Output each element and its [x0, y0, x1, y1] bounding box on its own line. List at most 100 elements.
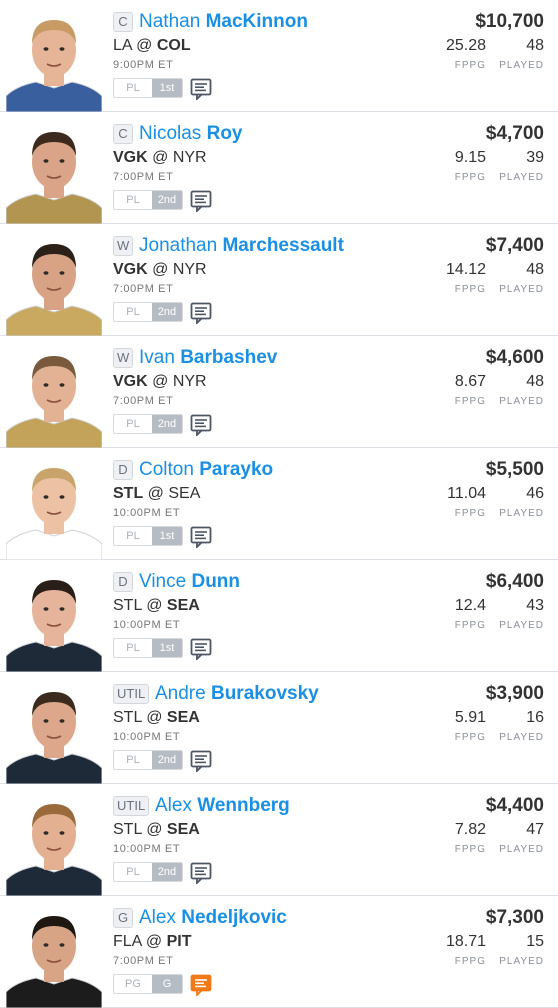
player-name-link[interactable]: Alex Nedeljkovic: [139, 906, 287, 930]
matchup-separator: @: [146, 821, 163, 838]
line-tag: 1st: [152, 527, 182, 545]
matchup-separator: @: [147, 485, 164, 502]
status-tags: PL 1st: [113, 78, 183, 98]
player-news-icon[interactable]: [190, 190, 212, 214]
player-row[interactable]: C Nicolas Roy VGK @ NYR 7:00PM ET PL 2nd…: [0, 112, 558, 224]
games-played-label: PLAYED: [499, 396, 544, 407]
fppg-label: FPPG: [454, 60, 486, 71]
player-name-link[interactable]: Nathan MacKinnon: [139, 10, 308, 34]
games-played-value: 48: [526, 261, 544, 278]
player-name-link[interactable]: Andre Burakovsky: [155, 682, 319, 706]
game-time: 7:00PM ET: [113, 171, 174, 183]
away-team: VGK: [113, 261, 148, 278]
fppg-value: 7.82: [454, 821, 486, 838]
player-name-link[interactable]: Ivan Barbashev: [139, 346, 277, 370]
fppg-label: FPPG: [454, 620, 486, 631]
status-tags: PL 2nd: [113, 190, 183, 210]
game-time: 10:00PM ET: [113, 731, 181, 743]
player-news-icon[interactable]: [190, 638, 212, 662]
player-first-name: Alex: [139, 907, 176, 928]
fppg-value: 5.91: [454, 709, 486, 726]
games-played-value: 46: [526, 485, 544, 502]
fppg-label: FPPG: [454, 396, 486, 407]
game-matchup: STL @ SEA: [113, 484, 200, 504]
games-played-value: 39: [526, 149, 544, 166]
fppg-label: FPPG: [454, 956, 486, 967]
games-played-value: 48: [526, 373, 544, 390]
status-tags: PL 1st: [113, 526, 183, 546]
player-last-name: Marchessault: [222, 235, 344, 256]
player-first-name: Andre: [155, 683, 206, 704]
player-name-link[interactable]: Jonathan Marchessault: [139, 234, 344, 258]
game-matchup: VGK @ NYR: [113, 148, 207, 168]
player-headshot: [6, 788, 102, 896]
fppg-value: 12.4: [454, 597, 486, 614]
player-row[interactable]: W Jonathan Marchessault VGK @ NYR 7:00PM…: [0, 224, 558, 336]
games-played-label: PLAYED: [499, 956, 544, 967]
player-news-icon[interactable]: [190, 862, 212, 886]
games-played-value: 15: [526, 933, 544, 950]
fppg-value: 25.28: [445, 37, 486, 54]
lineup-tag: PL: [114, 415, 152, 433]
fppg-label: FPPG: [454, 844, 486, 855]
player-salary: $4,400: [485, 795, 544, 816]
lineup-tag: PL: [114, 863, 152, 881]
player-salary: $7,300: [485, 907, 544, 928]
fppg-label: FPPG: [454, 732, 486, 743]
player-salary: $10,700: [475, 11, 544, 32]
position-badge: D: [113, 572, 133, 592]
fppg-value: 9.15: [454, 149, 486, 166]
player-news-icon[interactable]: [190, 302, 212, 326]
player-row[interactable]: UTIL Alex Wennberg STL @ SEA 10:00PM ET …: [0, 784, 558, 896]
line-tag: 2nd: [152, 751, 182, 769]
player-news-icon[interactable]: [190, 526, 212, 550]
player-news-icon[interactable]: [190, 414, 212, 438]
matchup-separator: @: [146, 709, 163, 726]
game-matchup: STL @ SEA: [113, 708, 200, 728]
status-tags: PL 2nd: [113, 862, 183, 882]
player-news-icon[interactable]: [190, 78, 212, 102]
status-tags: PL 2nd: [113, 750, 183, 770]
game-time: 9:00PM ET: [113, 59, 174, 71]
player-news-icon[interactable]: [190, 974, 212, 998]
player-row[interactable]: UTIL Andre Burakovsky STL @ SEA 10:00PM …: [0, 672, 558, 784]
game-matchup: VGK @ NYR: [113, 260, 207, 280]
away-team: FLA: [113, 933, 142, 950]
player-headshot: [6, 452, 102, 560]
player-salary: $4,600: [485, 347, 544, 368]
player-row[interactable]: D Vince Dunn STL @ SEA 10:00PM ET PL 1st…: [0, 560, 558, 672]
player-salary: $6,400: [485, 571, 544, 592]
player-news-icon[interactable]: [190, 750, 212, 774]
player-row[interactable]: D Colton Parayko STL @ SEA 10:00PM ET PL…: [0, 448, 558, 560]
fppg-value: 14.12: [445, 261, 486, 278]
player-row[interactable]: G Alex Nedeljkovic FLA @ PIT 7:00PM ET P…: [0, 896, 558, 1008]
games-played-label: PLAYED: [499, 284, 544, 295]
matchup-separator: @: [146, 597, 163, 614]
player-headshot: [6, 564, 102, 672]
player-name-link[interactable]: Nicolas Roy: [139, 122, 243, 146]
home-team: NYR: [172, 149, 207, 166]
player-headshot: [6, 676, 102, 784]
status-tags: PL 2nd: [113, 302, 183, 322]
game-time: 7:00PM ET: [113, 283, 174, 295]
player-name-link[interactable]: Colton Parayko: [139, 458, 273, 482]
player-first-name: Alex: [155, 795, 192, 816]
game-time: 10:00PM ET: [113, 507, 181, 519]
player-first-name: Nathan: [139, 11, 201, 32]
player-row[interactable]: W Ivan Barbashev VGK @ NYR 7:00PM ET PL …: [0, 336, 558, 448]
player-row[interactable]: C Nathan MacKinnon LA @ COL 9:00PM ET PL…: [0, 0, 558, 112]
home-team: SEA: [166, 597, 200, 614]
away-team: VGK: [113, 149, 148, 166]
player-last-name: Nedeljkovic: [181, 907, 287, 928]
status-tags: PG G: [113, 974, 183, 994]
game-time: 10:00PM ET: [113, 619, 181, 631]
home-team: COL: [156, 37, 191, 54]
player-name-link[interactable]: Vince Dunn: [139, 570, 240, 594]
player-last-name: Dunn: [191, 571, 241, 592]
games-played-label: PLAYED: [499, 844, 544, 855]
position-badge: W: [113, 348, 134, 368]
player-first-name: Nicolas: [139, 123, 202, 144]
player-name-link[interactable]: Alex Wennberg: [155, 794, 290, 818]
lineup-tag: PG: [114, 975, 152, 993]
lineup-tag: PL: [114, 751, 152, 769]
